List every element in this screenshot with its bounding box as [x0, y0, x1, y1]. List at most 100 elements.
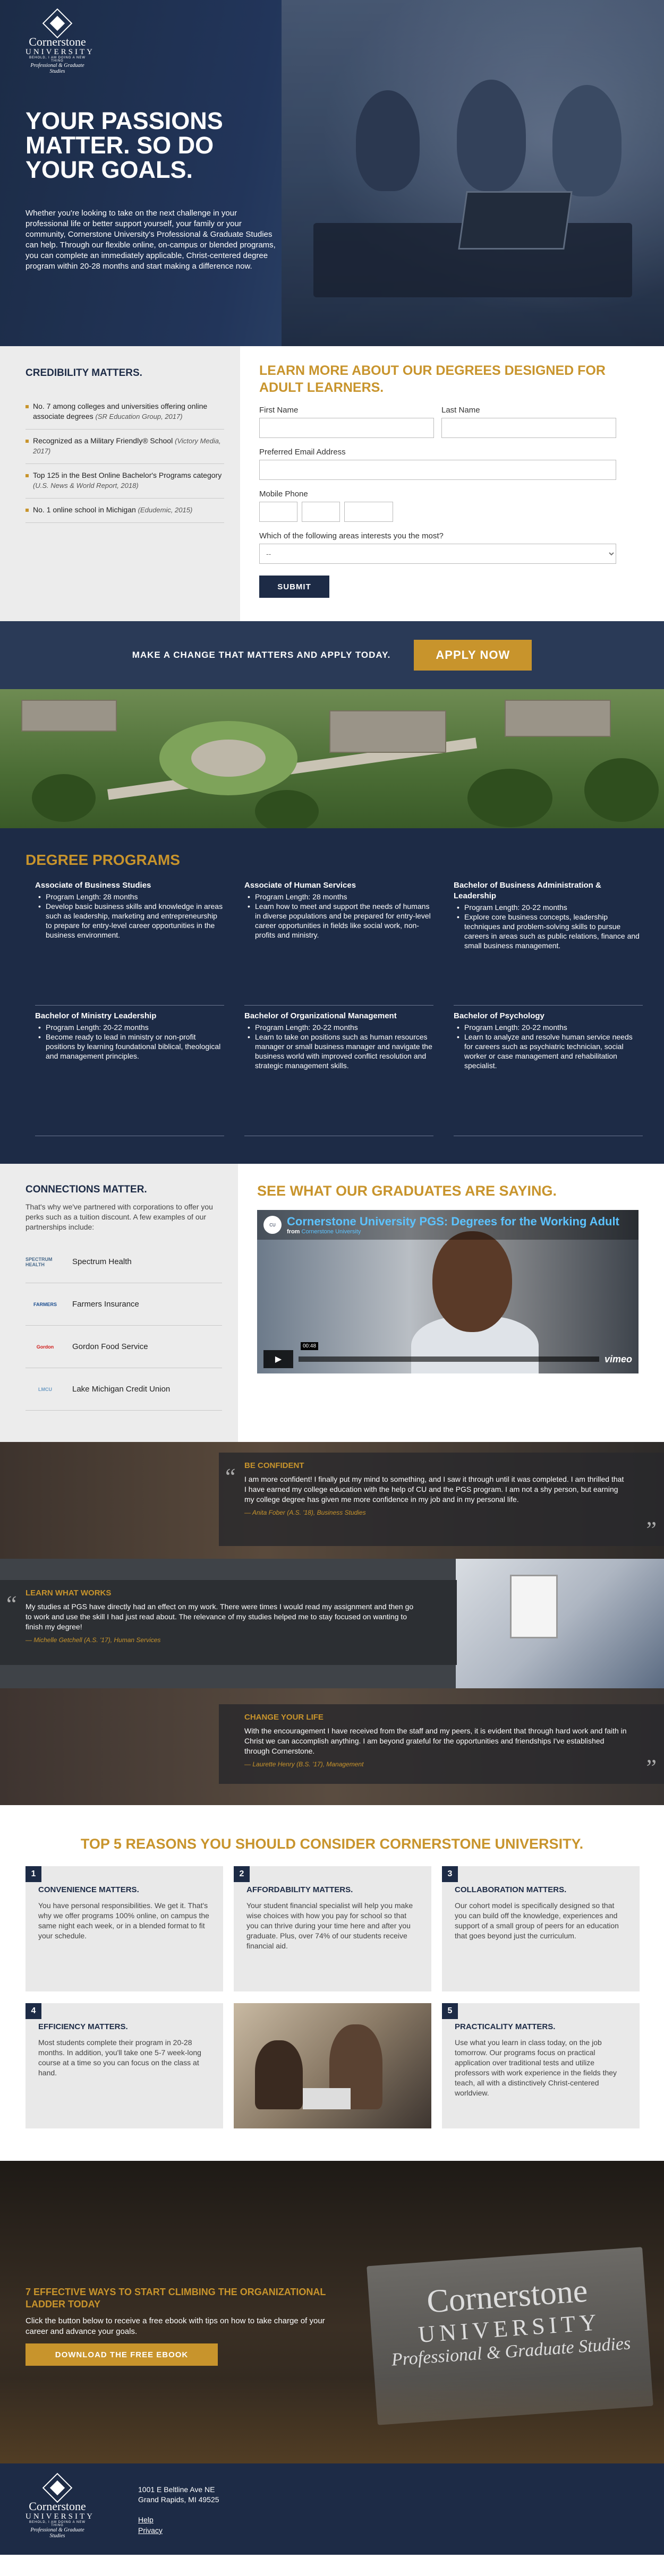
video-from-label: from — [287, 1229, 300, 1235]
testimonial-title: LEARN WHAT WORKS — [25, 1588, 112, 1598]
connections-panel: CONNECTIONS MATTER. That's why we've par… — [0, 1164, 238, 1442]
campus-building — [505, 700, 611, 737]
footer-logo[interactable]: Cornerstone UNIVERSITY BEHOLD, I AM DOIN… — [25, 2472, 92, 2539]
vimeo-logo[interactable]: vimeo — [605, 1354, 632, 1365]
submit-button[interactable]: SUBMIT — [259, 576, 329, 598]
partner-name: Farmers Insurance — [72, 1300, 139, 1309]
credibility-panel: CREDIBILITY MATTERS. No. 7 among college… — [0, 346, 240, 621]
phone-prefix-input[interactable] — [302, 502, 340, 522]
first-name-input[interactable] — [259, 418, 434, 438]
degree-card: Associate of Business Studies Program Len… — [35, 880, 224, 1006]
testimonial-body: I am more confident! I finally put my mi… — [244, 1475, 624, 1504]
interest-select[interactable]: -- — [259, 544, 616, 564]
degree-card: Bachelor of Business Administration & Le… — [454, 880, 643, 1006]
author-name: Anita Fober — [252, 1509, 285, 1516]
logo-pgs: Professional & Graduate Studies — [30, 63, 84, 74]
reason-number: 5 — [442, 2003, 458, 2019]
partner-item: LMCU Lake Michigan Credit Union — [25, 1368, 222, 1411]
reason-card: 1 CONVENIENCE MATTERS. You have personal r… — [25, 1866, 223, 1991]
credibility-text: Recognized as a Military Friendly® Schoo… — [33, 436, 173, 445]
credibility-source: (U.S. News & World Report, 2018) — [33, 482, 139, 490]
channel-icon[interactable]: CU — [263, 1216, 282, 1234]
reason-body: Your student financial specialist will h… — [246, 1901, 413, 1950]
degree-card: Bachelor of Psychology Program Length: 20… — [454, 1011, 643, 1136]
last-name-input[interactable] — [441, 418, 616, 438]
form-title: LEARN MORE ABOUT OUR DEGREES DESIGNED FO… — [259, 363, 606, 395]
reason-body: Most students complete their program in … — [38, 2038, 201, 2077]
campus-tree — [467, 769, 552, 827]
partner-name: Gordon Food Service — [72, 1342, 148, 1351]
laptop-image — [303, 2088, 351, 2109]
partner-item: SPECTRUM HEALTH Spectrum Health — [25, 1241, 222, 1283]
download-ebook-button[interactable]: DOWNLOAD THE FREE EBOOK — [25, 2343, 218, 2366]
reason-card: 4 EFFICIENCY MATTERS. Most students comple… — [25, 2003, 223, 2128]
partner-logo: FARMERS — [33, 1301, 57, 1307]
hero-title: YOUR PASSIONS MATTER. SO DO YOUR GOALS. — [25, 107, 223, 183]
credibility-title: CREDIBILITY MATTERS. — [25, 367, 142, 379]
credibility-text: No. 1 online school in Michigan — [33, 505, 136, 514]
phone-label: Mobile Phone — [259, 490, 308, 499]
video-byline: from Cornerstone University — [287, 1229, 619, 1235]
reason-number: 4 — [25, 2003, 41, 2019]
degree-name: Associate of Business Studies — [35, 881, 151, 890]
phone-area-input[interactable] — [259, 502, 297, 522]
video-header: CU Cornerstone University PGS: Degrees f… — [257, 1210, 639, 1240]
degree-point: Program Length: 20-22 months — [454, 903, 643, 912]
help-link[interactable]: Help — [138, 2514, 163, 2525]
reason-title: AFFORDABILITY MATTERS. — [246, 1885, 353, 1894]
reasons-title: TOP 5 REASONS YOU SHOULD CONSIDER CORNER… — [80, 1836, 584, 1852]
play-icon[interactable]: ▶ — [263, 1350, 293, 1368]
apply-text: MAKE A CHANGE THAT MATTERS AND APPLY TOD… — [132, 650, 391, 660]
reason-card: 5 PRACTICALITY MATTERS. Use what you learn… — [442, 2003, 640, 2128]
reason-number: 3 — [442, 1866, 458, 1882]
author-degree: (A.S. '17), Human Services — [84, 1636, 161, 1644]
testimonial-author: — Michelle Getchell (A.S. '17), Human Se… — [25, 1636, 161, 1644]
ebook-section: Cornerstone UNIVERSITY Professional & Gr… — [0, 2161, 664, 2463]
email-input[interactable] — [259, 460, 616, 480]
credibility-item: Top 125 in the Best Online Bachelor's Pr… — [25, 464, 224, 499]
degree-points: Program Length: 28 monthsLearn how to me… — [244, 892, 433, 940]
logo-sub: UNIVERSITY — [25, 48, 95, 56]
hero-person — [457, 80, 526, 191]
logo-mark-icon — [42, 8, 73, 39]
video-person — [432, 1231, 512, 1332]
privacy-link[interactable]: Privacy — [138, 2525, 163, 2536]
phone-line-input[interactable] — [344, 502, 393, 522]
last-name-label: Last Name — [441, 406, 480, 415]
testimonial-box: CHANGE YOUR LIFE With the encouragement … — [219, 1704, 664, 1784]
address-line: Grand Rapids, MI 49525 — [138, 2495, 219, 2504]
degree-name: Bachelor of Psychology — [454, 1011, 544, 1020]
testimonial-body: With the encouragement I have received f… — [244, 1727, 627, 1755]
degree-point: Program Length: 28 months — [35, 892, 224, 901]
partner-logo: SPECTRUM HEALTH — [25, 1256, 53, 1267]
degree-card: Associate of Human Services Program Lengt… — [244, 880, 433, 1006]
testimonial-1: “ BE CONFIDENT I am more confident! I fi… — [0, 1442, 664, 1559]
hero-body: Whether you're looking to take on the ne… — [25, 209, 276, 271]
ebook-body: Click the button below to receive a free… — [25, 2316, 325, 2336]
logo-pgs: Professional & Graduate Studies — [30, 2527, 84, 2539]
degree-points: Program Length: 20-22 monthsLearn to ana… — [454, 1023, 643, 1070]
degree-card: Bachelor of Organizational Management Pro… — [244, 1011, 433, 1136]
video-progress-bar[interactable] — [299, 1356, 599, 1362]
author-degree: (A.S. '18), Business Studies — [287, 1509, 366, 1516]
credibility-source: (SR Education Group, 2017) — [95, 413, 183, 420]
footer-address: 1001 E Beltline Ave NE Grand Rapids, MI … — [138, 2485, 219, 2505]
hero-person — [552, 85, 622, 196]
footer: Cornerstone UNIVERSITY BEHOLD, I AM DOIN… — [0, 2463, 664, 2555]
reason-title: EFFICIENCY MATTERS. — [38, 2022, 128, 2031]
video-controls: ▶ vimeo — [263, 1350, 632, 1368]
campus-building — [21, 700, 117, 732]
video-channel[interactable]: Cornerstone University — [302, 1229, 361, 1235]
degree-name: Bachelor of Ministry Leadership — [35, 1011, 157, 1020]
video-player[interactable]: CU Cornerstone University PGS: Degrees f… — [257, 1210, 639, 1373]
apply-now-button[interactable]: APPLY NOW — [414, 640, 532, 671]
degree-points: Program Length: 20-22 monthsBecome ready… — [35, 1023, 224, 1061]
laptop-image — [458, 191, 573, 250]
partner-list: SPECTRUM HEALTH Spectrum Health FARMERS Far… — [25, 1241, 222, 1411]
video-title[interactable]: Cornerstone University PGS: Degrees for … — [287, 1215, 619, 1229]
credibility-source: (Edudemic, 2015) — [138, 506, 193, 514]
partner-item: FARMERS Farmers Insurance — [25, 1283, 222, 1326]
reason-body: You have personal responsibilities. We g… — [38, 1901, 209, 1940]
logo[interactable]: Cornerstone UNIVERSITY BEHOLD, I AM DOIN… — [25, 8, 95, 74]
reason-number: 1 — [25, 1866, 41, 1882]
